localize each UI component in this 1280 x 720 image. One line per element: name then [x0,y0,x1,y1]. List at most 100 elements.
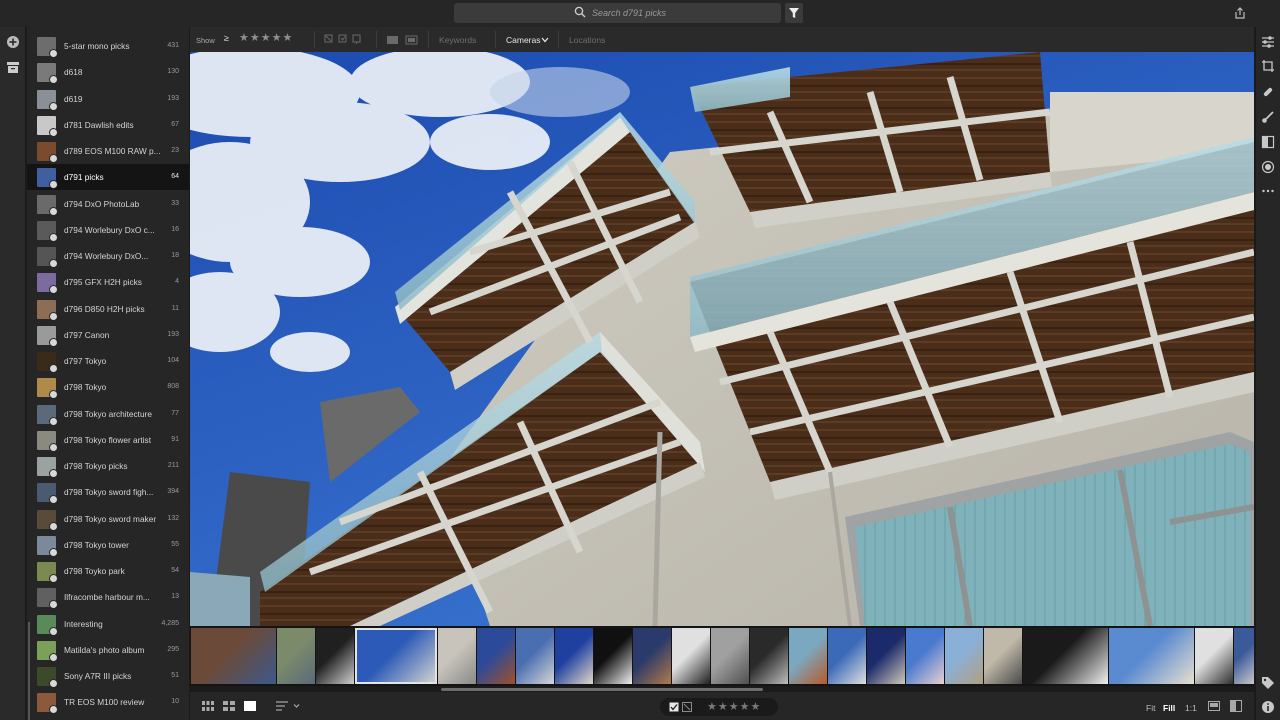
filmstrip-thumbnail[interactable] [316,628,354,684]
tab-keywords[interactable]: Keywords [439,35,476,45]
filmstrip-thumbnail[interactable] [750,628,788,684]
album-item[interactable]: d798 Tokyo 808 [27,374,189,400]
album-item[interactable]: d619 193 [27,86,189,112]
filmstrip-thumbnail[interactable] [355,628,437,684]
flag-filter-icons[interactable] [324,34,368,45]
filmstrip-thumbnail[interactable] [477,628,515,684]
tag-icon[interactable] [1261,676,1275,690]
filmstrip-thumbnail[interactable] [711,628,749,684]
linear-gradient-icon[interactable] [1261,135,1275,149]
brush-icon[interactable] [1261,110,1275,124]
album-count: 11 [171,304,179,312]
album-item[interactable]: d798 Tokyo architecture 77 [27,401,189,427]
album-item[interactable]: Interesting 4,285 [27,611,189,637]
split-view-icon[interactable] [1230,700,1242,712]
album-item[interactable]: d794 Worlebury DxO... 18 [27,243,189,269]
funnel-icon [789,8,799,18]
info-icon[interactable] [1261,700,1275,714]
album-item[interactable]: d798 Tokyo sword figh... 394 [27,479,189,505]
divider [495,31,496,48]
library-icon[interactable] [6,60,20,74]
album-item[interactable]: 5-star mono picks 431 [27,33,189,59]
filmstrip-thumbnail[interactable] [945,628,983,684]
album-item[interactable]: d798 Tokyo flower artist 91 [27,427,189,453]
album-item[interactable]: TR EOS M100 review 10 [27,689,189,715]
album-item[interactable]: d797 Tokyo 104 [27,348,189,374]
main-photo[interactable] [190,52,1254,626]
share-icon[interactable] [1233,6,1247,20]
album-thumbnail [37,667,58,688]
filmstrip-thumbnail[interactable] [672,628,710,684]
album-item[interactable]: Matilda's photo album 295 [27,637,189,663]
zoom-fit-button[interactable]: Fit [1146,703,1155,713]
grid-view-icon[interactable] [223,701,235,711]
filmstrip-thumbnail[interactable] [1195,628,1233,684]
tab-locations[interactable]: Locations [569,35,605,45]
album-item[interactable]: d794 Worlebury DxO c... 16 [27,217,189,243]
album-count: 54 [171,567,179,574]
radial-gradient-icon[interactable] [1261,160,1275,174]
filmstrip-thumbnail[interactable] [984,628,1022,684]
album-item[interactable]: d795 GFX H2H picks 4 [27,269,189,295]
rating-filter-stars[interactable]: ★★★★★ [239,31,293,44]
media-type-icons[interactable] [386,35,420,45]
tab-cameras[interactable]: Cameras [506,35,540,45]
album-thumbnail [37,588,58,610]
album-name: d798 Tokyo tower [64,539,129,550]
album-count: 130 [167,68,179,76]
album-item[interactable]: d798 Tokyo sword maker 132 [27,506,189,532]
album-item[interactable]: d797 Canon 193 [27,322,189,348]
filmstrip-scrollbar[interactable] [441,688,763,691]
filmstrip-thumbnail[interactable] [277,628,315,684]
filmstrip-thumbnail[interactable] [828,628,866,684]
filmstrip [190,626,1254,686]
filmstrip-thumbnail[interactable] [438,628,476,684]
album-item[interactable]: d798 Tokyo tower 55 [27,532,189,558]
zoom-fill-button[interactable]: Fill [1163,703,1175,713]
detail-view-icon[interactable] [244,701,256,711]
rating-operator-toggle[interactable]: ≥ [224,33,229,43]
rating-stars[interactable]: ★★★★★ [707,700,761,713]
filmstrip-thumbnail[interactable] [906,628,944,684]
search-input[interactable] [592,6,772,20]
album-item[interactable]: d798 Tokyo picks 211 [27,453,189,479]
zoom-1to1-button[interactable]: 1:1 [1185,703,1197,713]
album-item[interactable]: d789 EOS M100 RAW p... 23 [27,138,189,164]
album-item[interactable]: d798 Toyko park 54 [27,558,189,584]
filter-button[interactable] [785,3,803,23]
divider [376,31,377,48]
edit-sliders-icon[interactable] [1261,35,1275,49]
small-grid-view-icon[interactable] [202,701,214,711]
album-item[interactable]: d796 D850 H2H picks 11 [27,296,189,322]
album-thumbnail [37,194,58,216]
crop-icon[interactable] [1261,59,1275,73]
filmstrip-thumbnail[interactable] [594,628,632,684]
filmstrip-thumbnail[interactable] [867,628,905,684]
filmstrip-thumbnail[interactable] [1234,628,1254,684]
filmstrip-thumbnail[interactable] [1109,628,1194,684]
album-item[interactable]: d781 Dawlish edits 67 [27,112,189,138]
album-item[interactable]: d618 130 [27,59,189,85]
more-icon[interactable] [1261,184,1275,198]
filmstrip-thumbnail[interactable] [555,628,593,684]
chevron-down-icon[interactable] [541,37,549,43]
add-icon[interactable] [6,35,20,49]
filmstrip-thumbnail[interactable] [789,628,827,684]
album-item[interactable]: Sony A7R III picks 51 [27,663,189,689]
filmstrip-thumbnail[interactable] [1023,628,1108,684]
reject-flag-icon[interactable] [682,702,692,712]
album-count: 295 [167,645,179,653]
pick-flag-icon[interactable] [669,702,679,712]
album-list-scrollbar[interactable] [28,622,30,720]
sort-menu-icon[interactable] [276,701,302,711]
filmstrip-thumbnail[interactable] [516,628,554,684]
search-box[interactable] [454,3,781,23]
filmstrip-thumbnail[interactable] [191,628,276,684]
album-item[interactable]: d794 DxO PhotoLab 33 [27,191,189,217]
healing-icon[interactable] [1261,85,1275,99]
album-item[interactable]: d791 picks 64 [27,164,189,191]
album-item[interactable]: Ilfracombe harbour m... 13 [27,584,189,610]
compare-view-icon[interactable] [1208,701,1220,711]
album-name: d796 D850 H2H picks [64,303,145,314]
filmstrip-thumbnail[interactable] [633,628,671,684]
